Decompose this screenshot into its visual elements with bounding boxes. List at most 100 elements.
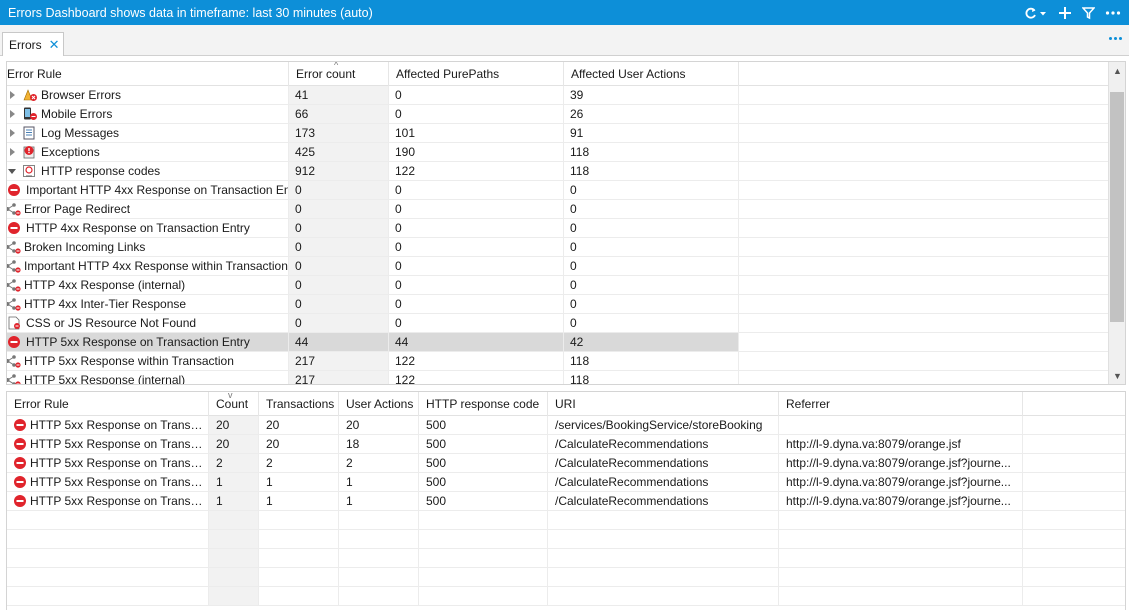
error-rule-name: HTTP 4xx Response on Transaction Entry bbox=[26, 220, 250, 235]
error-rule-row[interactable]: HTTP 4xx Response on Transaction Entry 0 0… bbox=[7, 219, 1125, 238]
empty-cell bbox=[209, 587, 259, 605]
error-rule-row[interactable]: CSS or JS Resource Not Found 0 0 0 bbox=[7, 314, 1125, 333]
error-rule-row[interactable]: Important HTTP 4xx Response on Transacti… bbox=[7, 181, 1125, 200]
user-actions-cell: 1 bbox=[339, 492, 419, 510]
error-rule-row[interactable]: HTTP 5xx Response on Transaction Entry 44… bbox=[7, 333, 1125, 352]
scroll-up-icon[interactable]: ▲ bbox=[1109, 62, 1125, 79]
resource-not-found-icon bbox=[7, 316, 21, 330]
affected-purepaths-cell: 0 bbox=[389, 86, 564, 104]
error-rule-cell: HTTP 4xx Response (internal) bbox=[7, 276, 289, 294]
error-rule-name: Error Page Redirect bbox=[24, 201, 131, 216]
filter-button[interactable] bbox=[1082, 6, 1095, 20]
column-header-error-count[interactable]: ^ Error count bbox=[289, 62, 389, 86]
error-detail-row[interactable]: HTTP 5xx Response on Transac... 20 20 20 500… bbox=[7, 416, 1125, 435]
column-header-transactions[interactable]: Transactions bbox=[259, 392, 339, 416]
refresh-button[interactable] bbox=[1024, 6, 1048, 20]
error-detail-row[interactable]: HTTP 5xx Response on Transac... 1 1 1 500/Ca… bbox=[7, 492, 1125, 511]
error-count-cell: 0 bbox=[289, 295, 389, 313]
column-header-http-response-code[interactable]: HTTP response code bbox=[419, 392, 548, 416]
filler-cell bbox=[739, 143, 1125, 161]
error-rule-cell: Error Page Redirect bbox=[7, 200, 289, 218]
mobile-errors-icon bbox=[22, 107, 37, 121]
filler-cell bbox=[739, 200, 1125, 218]
error-rule-row[interactable]: Error Page Redirect 0 0 0 bbox=[7, 200, 1125, 219]
uri-cell: /CalculateRecommendations bbox=[548, 454, 779, 472]
affected-user-actions-cell: 0 bbox=[564, 181, 739, 199]
error-rule-row[interactable]: Browser Errors 41 0 39 bbox=[7, 86, 1125, 105]
column-header-uri[interactable]: URI bbox=[548, 392, 779, 416]
column-header-filler bbox=[1023, 392, 1125, 416]
error-detail-row[interactable]: HTTP 5xx Response on Transac... 2 2 2 500/Ca… bbox=[7, 454, 1125, 473]
error-rule-row[interactable]: Exceptions 425 190 118 bbox=[7, 143, 1125, 162]
error-rule-name: HTTP 5xx Response on Transac... bbox=[30, 474, 208, 489]
empty-cell bbox=[209, 511, 259, 529]
error-count-cell: 0 bbox=[289, 200, 389, 218]
expand-icon[interactable] bbox=[7, 90, 17, 100]
affected-user-actions-cell: 118 bbox=[564, 352, 739, 370]
affected-user-actions-cell: 0 bbox=[564, 295, 739, 313]
column-header-user-actions[interactable]: User Actions bbox=[339, 392, 419, 416]
column-header-count[interactable]: v Count bbox=[209, 392, 259, 416]
affected-purepaths-cell: 0 bbox=[389, 295, 564, 313]
add-button[interactable] bbox=[1058, 6, 1072, 20]
expand-icon[interactable] bbox=[7, 109, 17, 119]
error-detail-row[interactable]: HTTP 5xx Response on Transac... 1 1 1 500/Ca… bbox=[7, 473, 1125, 492]
error-count-cell: 217 bbox=[289, 371, 389, 384]
column-header-error-rule-detail[interactable]: Error Rule bbox=[7, 392, 209, 416]
error-count-cell: 0 bbox=[289, 238, 389, 256]
redirect-rule-icon bbox=[7, 297, 21, 311]
error-rule-cell: HTTP 5xx Response on Transac... bbox=[7, 435, 209, 453]
empty-cell bbox=[259, 587, 339, 605]
uri-cell: /CalculateRecommendations bbox=[548, 473, 779, 491]
affected-purepaths-cell: 101 bbox=[389, 124, 564, 142]
error-count-cell: 0 bbox=[289, 181, 389, 199]
referrer-cell: http://l-9.dyna.va:8079/orange.jsf bbox=[779, 435, 1023, 453]
error-count-cell: 41 bbox=[289, 86, 389, 104]
empty-cell bbox=[548, 511, 779, 529]
error-rule-row[interactable]: HTTP 5xx Response (internal) 217 122 118 bbox=[7, 371, 1125, 384]
error-details-header: Error Rule v Count Transactions User Act… bbox=[7, 392, 1125, 416]
referrer-cell: http://l-9.dyna.va:8079/orange.jsf?journ… bbox=[779, 454, 1023, 472]
tab-errors[interactable]: Errors ✕ bbox=[2, 32, 64, 56]
title-more-button[interactable] bbox=[1105, 6, 1121, 20]
error-rule-row[interactable]: HTTP 4xx Inter-Tier Response 0 0 0 bbox=[7, 295, 1125, 314]
error-detail-row[interactable]: HTTP 5xx Response on Transac... 20 20 18 500… bbox=[7, 435, 1125, 454]
empty-row bbox=[7, 549, 1125, 568]
error-rule-row[interactable]: HTTP 5xx Response within Transaction 217 1… bbox=[7, 352, 1125, 371]
column-header-affected-user-actions[interactable]: Affected User Actions bbox=[564, 62, 739, 86]
error-rule-row[interactable]: Mobile Errors 66 0 26 bbox=[7, 105, 1125, 124]
scroll-thumb[interactable] bbox=[1110, 92, 1124, 322]
column-header-affected-purepaths[interactable]: Affected PurePaths bbox=[389, 62, 564, 86]
affected-user-actions-cell: 0 bbox=[564, 276, 739, 294]
error-rule-name: Mobile Errors bbox=[41, 106, 113, 121]
expand-icon[interactable] bbox=[7, 147, 17, 157]
error-rule-row[interactable]: HTTP response codes 912 122 118 bbox=[7, 162, 1125, 181]
empty-cell bbox=[779, 511, 1023, 529]
empty-cell bbox=[259, 530, 339, 548]
collapse-icon[interactable] bbox=[7, 166, 17, 176]
error-stop-icon bbox=[13, 456, 27, 470]
empty-cell bbox=[259, 549, 339, 567]
affected-user-actions-cell: 0 bbox=[564, 219, 739, 237]
scroll-down-icon[interactable]: ▼ bbox=[1109, 367, 1125, 384]
tab-more-button[interactable] bbox=[1109, 37, 1122, 40]
empty-cell bbox=[1023, 568, 1125, 586]
window-title: Errors Dashboard shows data in timeframe… bbox=[8, 5, 373, 20]
error-rule-name: HTTP response codes bbox=[41, 163, 161, 178]
error-rule-row[interactable]: HTTP 4xx Response (internal) 0 0 0 bbox=[7, 276, 1125, 295]
error-rule-row[interactable]: Log Messages 173 101 91 bbox=[7, 124, 1125, 143]
vertical-scrollbar[interactable]: ▲ ▼ bbox=[1108, 62, 1125, 384]
empty-cell bbox=[339, 549, 419, 567]
filler-cell bbox=[739, 181, 1125, 199]
error-rule-row[interactable]: Broken Incoming Links 0 0 0 bbox=[7, 238, 1125, 257]
count-cell: 1 bbox=[209, 492, 259, 510]
empty-cell bbox=[779, 530, 1023, 548]
column-header-referrer[interactable]: Referrer bbox=[779, 392, 1023, 416]
error-rule-row[interactable]: Important HTTP 4xx Response within Trans… bbox=[7, 257, 1125, 276]
column-header-error-rule[interactable]: Error Rule bbox=[7, 62, 289, 86]
empty-cell bbox=[7, 587, 209, 605]
expand-icon[interactable] bbox=[7, 128, 17, 138]
close-icon[interactable]: ✕ bbox=[49, 38, 60, 51]
error-count-cell: 0 bbox=[289, 314, 389, 332]
user-actions-cell: 20 bbox=[339, 416, 419, 434]
